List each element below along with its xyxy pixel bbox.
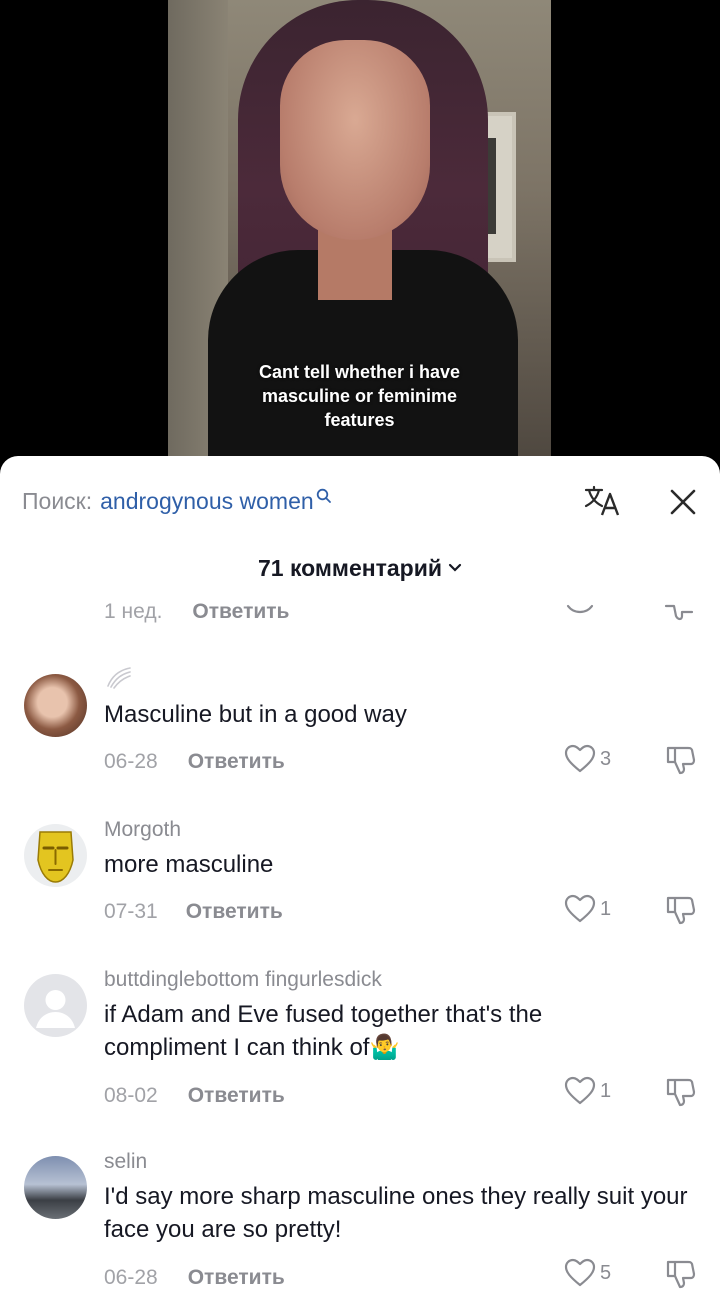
heart-icon[interactable] (566, 604, 594, 618)
like-button[interactable]: 3 (564, 744, 611, 774)
comment-date: 07-31 (104, 900, 158, 923)
like-button[interactable]: 1 (564, 1076, 611, 1106)
wings-badge-icon (107, 667, 131, 689)
like-count: 1 (600, 897, 612, 920)
search-suggestion[interactable]: Поиск: androgynous women (22, 484, 332, 518)
video-caption: Cant tell whether i have masculine or fe… (168, 360, 551, 432)
avatar[interactable] (24, 974, 87, 1037)
comment-text: more masculine (104, 851, 274, 878)
reply-button[interactable]: Ответить (186, 900, 283, 924)
comment-text: I'd say more sharp masculine ones they r… (104, 1183, 688, 1243)
default-avatar-icon (36, 990, 75, 1028)
comment-date: 08-02 (104, 1084, 158, 1107)
comment-text: Masculine but in a good way (104, 701, 407, 728)
reply-button[interactable]: Ответить (188, 750, 285, 774)
heart-icon (564, 1258, 596, 1287)
like-button[interactable]: 5 (564, 1258, 611, 1288)
dislike-icon[interactable] (664, 1258, 696, 1290)
chevron-down-icon (448, 563, 462, 572)
comment-text: if Adam and Eve fused together that's th… (104, 1001, 543, 1061)
heart-icon (564, 1076, 596, 1105)
reply-button[interactable]: Ответить (188, 1266, 285, 1290)
video-frame: Cant tell whether i have masculine or fe… (168, 0, 551, 470)
video-caption-line: features (324, 410, 395, 430)
comment-count-sort[interactable]: 71 комментарий (0, 552, 720, 584)
dislike-icon[interactable] (664, 744, 696, 776)
gold-mask-icon (37, 831, 74, 883)
reply-button[interactable]: Ответить (192, 600, 289, 624)
video-caption-line: masculine or feminime (261, 386, 458, 406)
username[interactable]: Morgoth (104, 818, 181, 842)
dislike-icon[interactable] (664, 1076, 696, 1108)
comment-meta: 1 нед. Ответить (104, 600, 289, 624)
like-count: 1 (600, 1079, 612, 1102)
search-term-link[interactable]: androgynous women (100, 488, 314, 515)
dislike-icon[interactable] (664, 604, 696, 622)
translate-button[interactable] (582, 482, 624, 522)
like-count: 3 (600, 747, 612, 770)
comment-date: 06-28 (104, 750, 158, 773)
avatar[interactable] (24, 1156, 87, 1219)
translate-icon (584, 485, 620, 516)
like-count: 5 (600, 1261, 612, 1284)
search-icon (316, 488, 331, 503)
comment-meta: 06-28 Ответить (104, 1266, 285, 1290)
close-button[interactable] (664, 482, 702, 522)
video-player[interactable]: Cant tell whether i have masculine or fe… (0, 0, 720, 470)
avatar[interactable] (24, 824, 87, 887)
username[interactable]: buttdinglebottom fingurlesdick (104, 968, 382, 992)
dislike-icon[interactable] (664, 894, 696, 926)
like-button[interactable]: 1 (564, 894, 611, 924)
reply-button[interactable]: Ответить (188, 1084, 285, 1108)
heart-icon (564, 894, 596, 923)
close-icon (670, 489, 696, 515)
comment-meta: 07-31 Ответить (104, 900, 283, 924)
comment-meta: 06-28 Ответить (104, 750, 285, 774)
video-caption-line: Cant tell whether i have (258, 362, 461, 382)
avatar[interactable] (24, 674, 87, 737)
search-prefix: Поиск: (22, 487, 93, 514)
video-subject-face (280, 40, 430, 240)
comment-date: 1 нед. (104, 600, 163, 623)
heart-icon (564, 744, 596, 773)
comment-date: 06-28 (104, 1266, 158, 1289)
comments-sheet: Поиск: androgynous women 71 комментарий … (0, 456, 720, 1310)
username[interactable]: selin (104, 1150, 147, 1174)
comment-meta: 08-02 Ответить (104, 1084, 285, 1108)
comment-count: 71 комментарий (257, 554, 443, 581)
